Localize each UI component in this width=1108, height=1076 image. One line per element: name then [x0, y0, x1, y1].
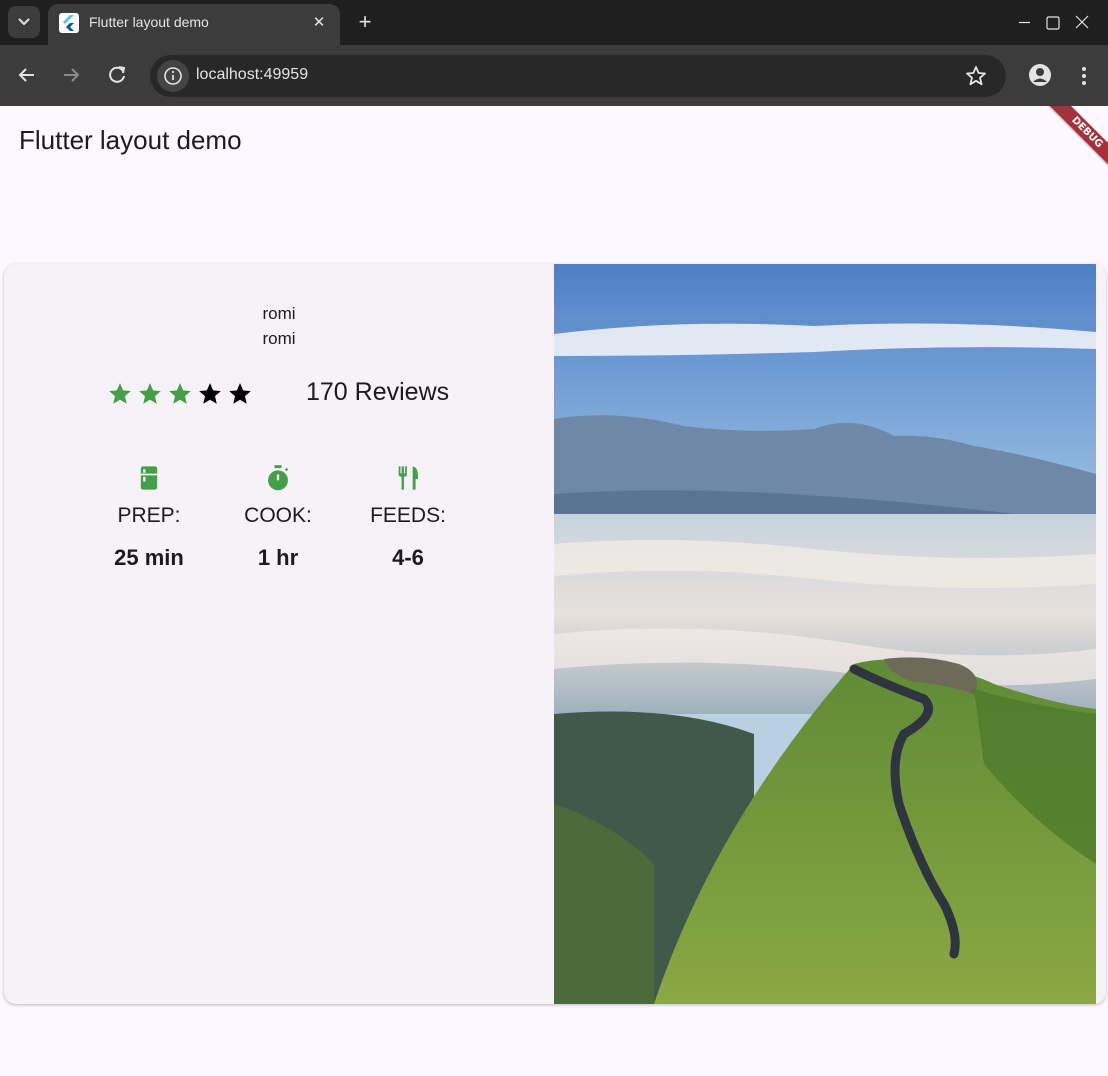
- recipe-card: romi romi 170 Reviews PREP: 25 min COOK:…: [4, 264, 1106, 1004]
- back-arrow-icon[interactable]: [12, 59, 42, 91]
- url-text[interactable]: localhost:49959: [196, 66, 308, 84]
- site-info-icon[interactable]: [157, 60, 189, 92]
- debug-label: DEBUG: [1042, 106, 1108, 177]
- stat-value: 25 min: [114, 545, 184, 570]
- recipe-details: romi romi 170 Reviews PREP: 25 min COOK:…: [4, 264, 554, 1004]
- star-empty-icon: [229, 383, 251, 404]
- profile-icon[interactable]: [1026, 61, 1054, 89]
- tab-search-button[interactable]: [8, 6, 40, 38]
- plus-icon[interactable]: +: [352, 8, 378, 36]
- stat-label: PREP:: [117, 504, 181, 527]
- restaurant-icon: [398, 466, 418, 490]
- flutter-favicon-icon: [59, 13, 79, 33]
- debug-banner: DEBUG: [1028, 106, 1108, 186]
- star-filled-icon: [169, 383, 191, 404]
- feeds-stat: FEEDS: 4-6: [343, 464, 473, 571]
- stat-value: 1 hr: [257, 545, 299, 570]
- close-icon[interactable]: ✕: [310, 12, 328, 32]
- bookmark-star-icon[interactable]: [964, 64, 988, 88]
- more-vert-icon[interactable]: [1074, 62, 1094, 90]
- reload-icon[interactable]: [102, 59, 132, 91]
- stat-value: 4-6: [392, 545, 424, 570]
- window-close-icon[interactable]: [1055, 0, 1108, 45]
- stat-label: FEEDS:: [370, 504, 446, 527]
- cook-stat: COOK: 1 hr: [213, 464, 343, 571]
- star-filled-icon: [109, 383, 131, 404]
- star-filled-icon: [139, 383, 161, 404]
- star-rating: [107, 381, 262, 409]
- star-empty-icon: [199, 383, 221, 404]
- kitchen-icon: [140, 466, 158, 490]
- app-bar-title: Flutter layout demo: [19, 125, 242, 155]
- browser-tab[interactable]: Flutter layout demo ✕: [48, 4, 340, 45]
- timer-icon: [268, 465, 289, 491]
- address-bar[interactable]: localhost:49959: [150, 55, 1006, 97]
- prep-stat: PREP: 25 min: [84, 464, 214, 571]
- reviews-count: 170 Reviews: [306, 378, 450, 406]
- stat-label: COOK:: [244, 504, 312, 527]
- chevron-down-icon: [18, 18, 30, 26]
- browser-toolbar: localhost:49959: [0, 45, 1108, 106]
- forward-arrow-icon[interactable]: [56, 59, 86, 91]
- flutter-app: Flutter layout demo DEBUG romi romi 170 …: [0, 106, 1108, 1076]
- browser-tab-bar: Flutter layout demo ✕ +: [0, 0, 1108, 45]
- landscape-photo: [554, 264, 1096, 1004]
- recipe-name-line-2: romi: [262, 329, 296, 348]
- recipe-name-line-1: romi: [262, 304, 296, 323]
- tab-title: Flutter layout demo: [89, 14, 209, 30]
